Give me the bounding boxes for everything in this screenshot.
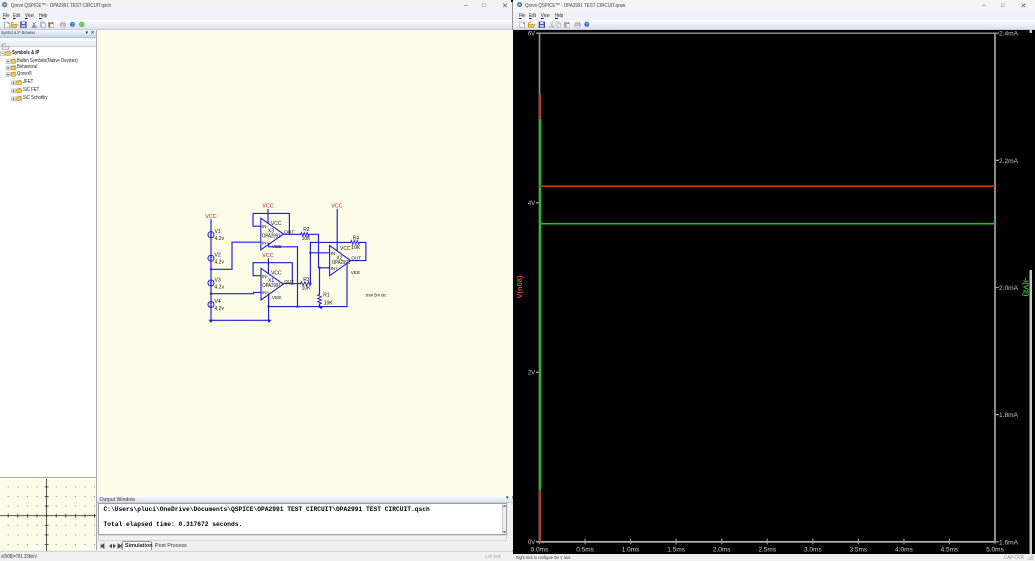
svg-text:VEE: VEE <box>351 270 361 276</box>
svg-text:VCC: VCC <box>262 204 273 210</box>
svg-text:R4: R4 <box>353 235 360 241</box>
svg-text:OUT: OUT <box>284 279 294 284</box>
svg-text:2V: 2V <box>528 371 535 377</box>
svg-text:V(n08): V(n08) <box>515 275 524 298</box>
svg-text:4.2v: 4.2v <box>215 306 225 312</box>
svg-text:OUT: OUT <box>284 230 294 235</box>
svg-text:OPA2991: OPA2991 <box>262 234 281 240</box>
svg-text:2.4mA: 2.4mA <box>999 31 1019 38</box>
svg-text:4V: 4V <box>528 201 535 207</box>
svg-text:0.0ms: 0.0ms <box>531 547 549 554</box>
svg-text:3.0ms: 3.0ms <box>804 547 822 554</box>
svg-text:R3: R3 <box>303 277 310 283</box>
svg-text:1.0ms: 1.0ms <box>622 547 640 554</box>
svg-text:V2: V2 <box>215 253 221 259</box>
svg-text:1.8mA: 1.8mA <box>999 412 1019 419</box>
svg-text:VCC: VCC <box>262 253 273 259</box>
svg-text:V4: V4 <box>215 299 221 305</box>
svg-text:4.2v: 4.2v <box>215 284 225 290</box>
svg-text:R1: R1 <box>323 293 330 299</box>
svg-text:2.2mA: 2.2mA <box>999 158 1019 165</box>
svg-text:2.5ms: 2.5ms <box>758 547 776 554</box>
svg-text:0.5ms: 0.5ms <box>576 547 594 554</box>
svg-text:VCC: VCC <box>205 214 216 220</box>
svg-text:VCC: VCC <box>271 221 282 227</box>
svg-text:0V: 0V <box>528 540 535 546</box>
svg-text:4.5ms: 4.5ms <box>941 547 959 554</box>
svg-text:VCC: VCC <box>271 271 282 277</box>
svg-text:10K: 10K <box>302 236 312 242</box>
svg-text:4.0ms: 4.0ms <box>895 547 913 554</box>
svg-text:V1: V1 <box>215 229 221 235</box>
svg-text:OPA2991: OPA2991 <box>262 283 281 289</box>
svg-text:10K: 10K <box>302 286 312 292</box>
svg-text:10K: 10K <box>351 245 361 251</box>
svg-text:1.6mA: 1.6mA <box>999 539 1019 546</box>
svg-text:.tran 5m uic: .tran 5m uic <box>365 293 387 298</box>
svg-text:10K: 10K <box>324 301 334 307</box>
svg-text:IN+: IN+ <box>262 240 270 245</box>
svg-text:R2: R2 <box>303 227 310 233</box>
svg-text:2.0ms: 2.0ms <box>713 547 731 554</box>
svg-text:IN+: IN+ <box>262 290 270 295</box>
svg-text:V3: V3 <box>215 277 221 283</box>
svg-text:6V: 6V <box>528 32 535 38</box>
svg-text:VCC: VCC <box>340 246 351 252</box>
svg-text:VEE: VEE <box>272 244 282 250</box>
svg-text:1.5ms: 1.5ms <box>667 547 685 554</box>
svg-text:2.0mA: 2.0mA <box>999 285 1019 292</box>
svg-text:3.5ms: 3.5ms <box>849 547 867 554</box>
svg-text:4.2v: 4.2v <box>215 260 225 266</box>
svg-text:4.2v: 4.2v <box>215 236 225 242</box>
svg-text:VEE: VEE <box>272 295 282 301</box>
svg-text:5.0ms: 5.0ms <box>986 547 1004 554</box>
svg-text:OUT: OUT <box>351 255 361 260</box>
svg-text:IN+: IN+ <box>331 266 339 271</box>
svg-text:-I(V2): -I(V2) <box>1022 278 1031 297</box>
svg-text:VCC: VCC <box>331 204 342 210</box>
